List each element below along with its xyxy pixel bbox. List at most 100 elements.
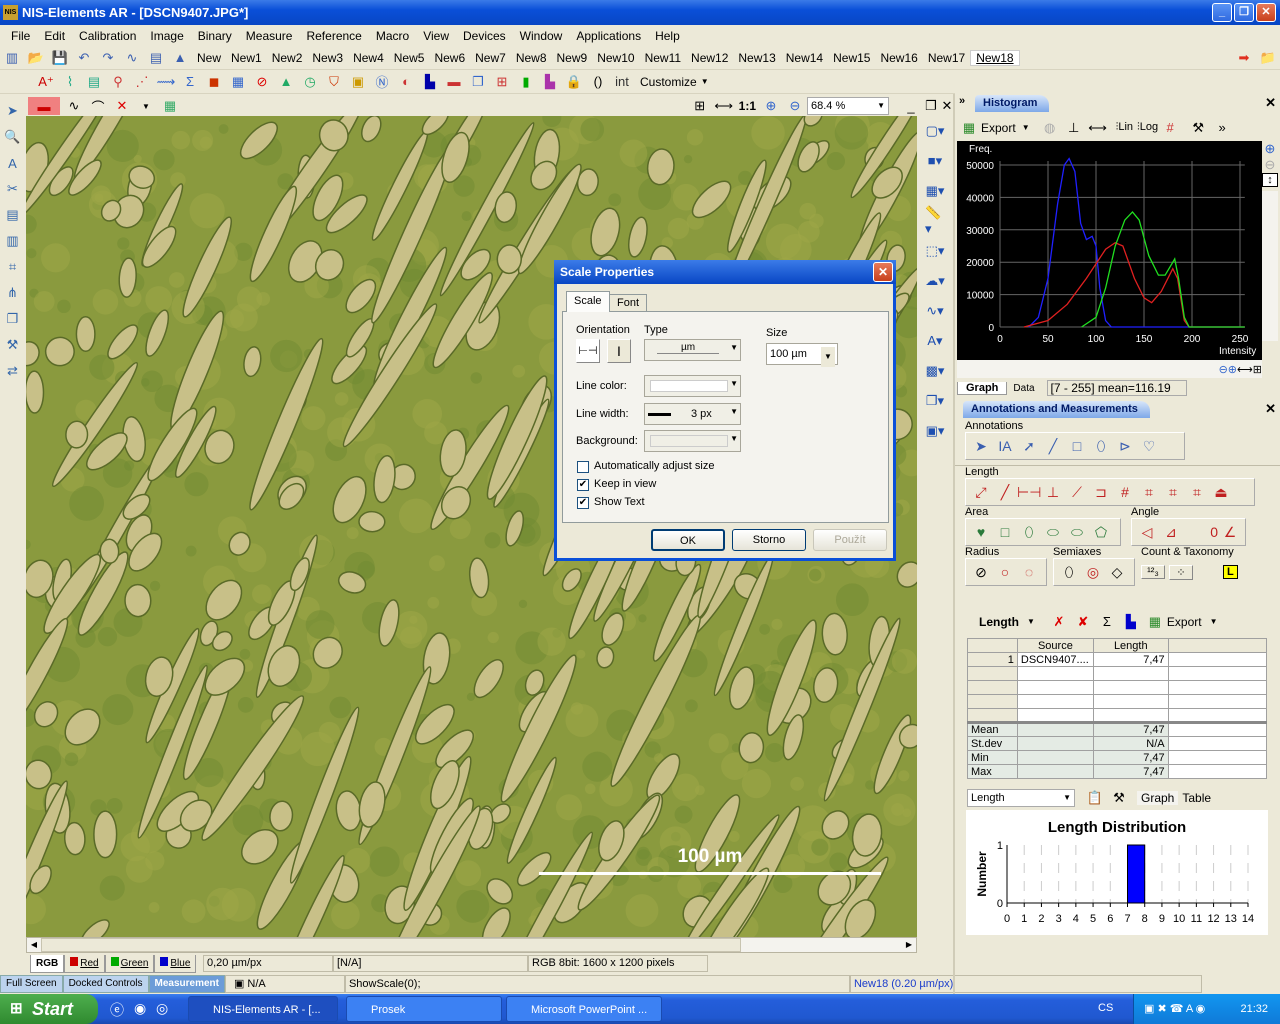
dropdown-icon[interactable]: ▼ — [136, 97, 156, 115]
expand-icon[interactable]: » — [959, 95, 965, 107]
open-icon[interactable]: 📂 — [26, 49, 46, 67]
chevron-down-icon[interactable]: ▼ — [1210, 617, 1218, 626]
scroll-left-icon[interactable]: ◀ — [27, 938, 41, 952]
panel-splitter[interactable] — [953, 94, 955, 994]
task-nis-elements[interactable]: NIS-Elements AR - [... — [188, 996, 338, 1022]
arrow-right-icon[interactable]: ➡ — [1234, 49, 1254, 67]
menu-applications[interactable]: Applications — [569, 29, 648, 43]
quicklaunch-media-icon[interactable]: ◉ — [134, 1000, 146, 1017]
line-icon[interactable]: ╱ — [1041, 438, 1065, 455]
fit-icon[interactable]: ⊞ — [690, 97, 710, 115]
excel-icon[interactable]: ▦ — [1145, 613, 1165, 631]
column-header[interactable]: Length — [1092, 638, 1169, 653]
doc-tab-new16[interactable]: New16 — [875, 51, 922, 65]
horizontal-orientation-button[interactable]: ⊢⊣ — [576, 339, 600, 363]
disabled-icon[interactable]: ▣▾ — [925, 422, 945, 440]
scroll-right-icon[interactable]: ▶ — [902, 938, 916, 952]
axes-icon[interactable]: ⊥ — [1064, 119, 1084, 137]
type-select[interactable]: µm ▼ — [644, 339, 741, 361]
profile-icon[interactable]: ⌒ — [88, 97, 108, 115]
crosshair-icon[interactable]: ⊞ — [492, 73, 512, 91]
timer-icon[interactable]: ◷ — [300, 73, 320, 91]
rect-axes-icon[interactable]: ◇ — [1105, 564, 1129, 581]
doc-tab-new15[interactable]: New15 — [828, 51, 875, 65]
copy-icon[interactable]: ▤ — [146, 49, 166, 67]
lut-icon[interactable]: ▬ — [444, 73, 464, 91]
zoom-in-icon[interactable]: ⊕ — [1228, 363, 1237, 376]
doc-tab-new3[interactable]: New3 — [307, 51, 348, 65]
line-color-select[interactable]: ▼ — [644, 375, 741, 397]
window-icon[interactable]: ❐▾ — [925, 392, 945, 410]
select-icon[interactable]: ⬚▾ — [925, 242, 945, 260]
doc-tab-new12[interactable]: New12 — [686, 51, 733, 65]
zoom-in-icon[interactable]: ⊕ — [761, 97, 781, 115]
layout-tab-docked-controls[interactable]: Docked Controls — [62, 975, 149, 993]
zoom-out-icon[interactable]: ⊖ — [1262, 157, 1278, 173]
text-annotation-icon[interactable]: IA — [993, 438, 1017, 454]
checkbox-label[interactable]: Keep in view — [594, 478, 656, 490]
grid4-icon[interactable]: ⌗ — [1185, 484, 1209, 501]
count-icon[interactable]: ¹²₃ — [1141, 565, 1165, 579]
chart-icon[interactable]: ▙ — [1121, 613, 1141, 631]
pointer-icon[interactable]: ➤ — [969, 438, 993, 455]
zoom-out-icon[interactable]: ⊖ — [785, 97, 805, 115]
perimeter-icon[interactable]: ⊐ — [1089, 484, 1113, 501]
measurement-export-button[interactable]: Export — [1167, 615, 1202, 629]
copy-icon[interactable]: ▤ — [3, 206, 23, 224]
profile-play-icon[interactable]: ∿ — [64, 97, 84, 115]
measurement-table[interactable]: Source Length 1 DSCN9407.... 7,47 Mean 7,47 St.… — [967, 638, 1268, 779]
graph-view-tab[interactable]: Graph — [1137, 790, 1179, 805]
histogram-vscroll[interactable] — [1262, 191, 1278, 341]
histogram-icon[interactable]: ▲ — [276, 73, 296, 91]
zoom-icon[interactable]: 🔍 — [3, 128, 23, 146]
circle-fit-icon[interactable]: ◌ — [1017, 564, 1041, 580]
menu-binary[interactable]: Binary — [191, 29, 239, 43]
swap-icon[interactable]: ⇄ — [3, 362, 23, 380]
doc-restore-icon[interactable]: ❐ — [925, 97, 937, 115]
clipboard-icon[interactable]: 📋 — [1085, 789, 1105, 807]
int-icon[interactable]: int — [612, 73, 632, 91]
line-length-icon[interactable]: ╱ — [993, 484, 1017, 501]
braces-icon[interactable]: () — [588, 73, 608, 91]
angle-measure-icon[interactable]: ∠ — [1218, 524, 1242, 541]
menu-image[interactable]: Image — [143, 29, 190, 43]
crop-icon[interactable]: ⌗ — [3, 258, 23, 276]
polygon-icon[interactable]: ⊳ — [1113, 438, 1137, 455]
menu-file[interactable]: File — [4, 29, 37, 43]
ellipse-fit-icon[interactable]: ⬭ — [1041, 524, 1065, 541]
task-prosek[interactable]: Prosek — [346, 996, 502, 1022]
stop-icon[interactable]: ⊘ — [252, 73, 272, 91]
menu-view[interactable]: View — [416, 29, 456, 43]
size-select[interactable]: 100 µm ▼ — [766, 343, 838, 367]
table-row[interactable] — [967, 680, 1268, 695]
layers-icon[interactable]: ❐ — [3, 310, 23, 328]
customize-button[interactable]: Customize — [640, 75, 697, 89]
menu-measure[interactable]: Measure — [239, 29, 300, 43]
lock-icon[interactable]: 🔒 — [564, 73, 584, 91]
range-icon[interactable]: ⟷ — [1088, 119, 1108, 137]
lin-button[interactable]: ⫶Lin — [1116, 121, 1133, 134]
menu-macro[interactable]: Macro — [369, 29, 416, 43]
menu-help[interactable]: Help — [648, 29, 687, 43]
doc-tab-new10[interactable]: New10 — [592, 51, 639, 65]
zoom-select[interactable]: 68.4 % ▼ — [807, 97, 889, 115]
table-icon[interactable]: ▦ — [228, 73, 248, 91]
frame-icon[interactable]: ▢▾ — [925, 122, 945, 140]
channel-tab-red[interactable]: Red — [64, 954, 105, 973]
excel-icon[interactable]: ▦ — [959, 119, 979, 137]
doc-tab-new1[interactable]: New1 — [226, 51, 267, 65]
layout-tab-full-screen[interactable]: Full Screen — [0, 975, 63, 993]
chevron-down-icon[interactable]: ▼ — [1027, 617, 1035, 626]
doc-tab-new17[interactable]: New17 — [923, 51, 970, 65]
chevron-down-icon[interactable]: ▼ — [1022, 123, 1030, 132]
measure-icon[interactable]: ⌇ — [60, 73, 80, 91]
tools-icon[interactable]: ⚒ — [1188, 119, 1208, 137]
column-header[interactable]: Source — [1016, 638, 1094, 653]
graph-icon[interactable]: ▙ — [540, 73, 560, 91]
scroll-thumb[interactable] — [41, 938, 741, 952]
histogram-tab[interactable]: Histogram — [975, 95, 1050, 112]
log-button[interactable]: ⫶Log — [1137, 121, 1158, 134]
doc-tab-new18[interactable]: New18 — [970, 49, 1020, 66]
doc-tab-new13[interactable]: New13 — [733, 51, 780, 65]
dialog-tab-scale[interactable]: Scale — [566, 291, 610, 312]
